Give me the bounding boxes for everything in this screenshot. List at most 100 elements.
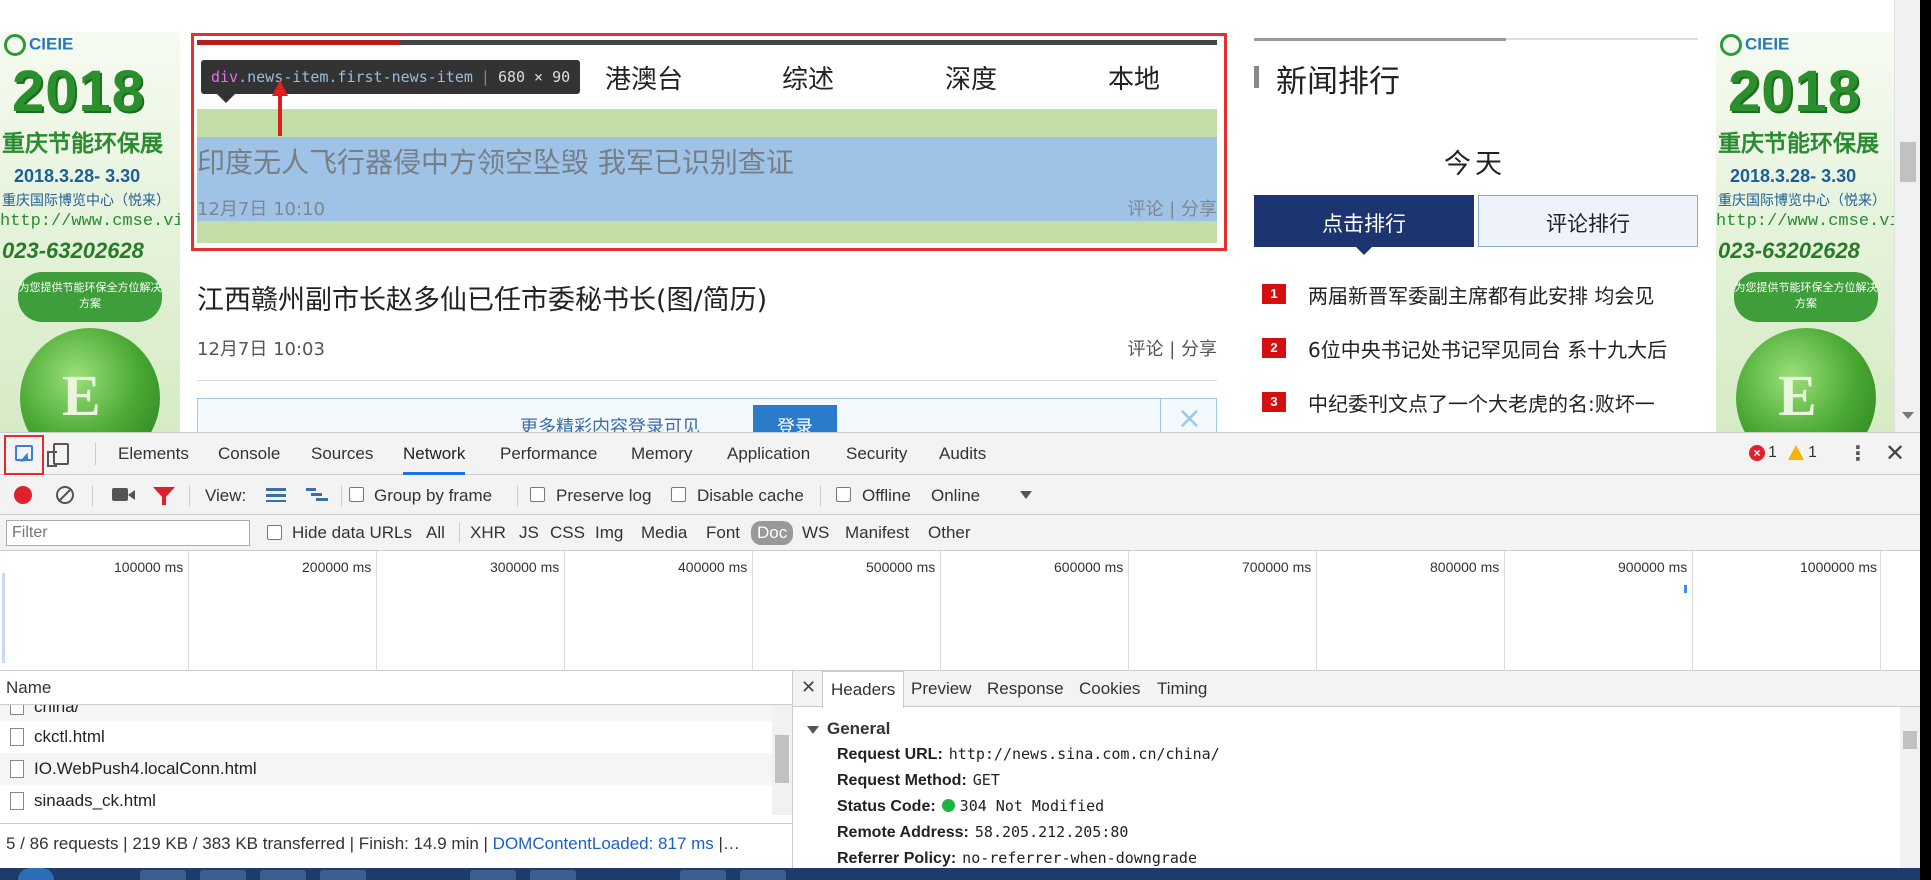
ad-date: 2018.3.28- 3.30	[14, 166, 141, 186]
taskbar-app-button[interactable]	[140, 870, 186, 880]
close-icon[interactable]: ✕	[801, 677, 816, 698]
filter-type-xhr[interactable]: XHR	[470, 523, 506, 543]
filter-type-img[interactable]: Img	[595, 523, 623, 543]
clear-icon[interactable]	[56, 486, 74, 504]
tab-timing[interactable]: Timing	[1157, 679, 1207, 699]
list-view-icon[interactable]	[266, 488, 286, 502]
close-icon[interactable]: ×	[1160, 399, 1218, 432]
throttling-select[interactable]: Online	[931, 486, 980, 506]
warning-icon[interactable]	[1788, 445, 1804, 460]
details-scrollbar[interactable]	[1900, 707, 1920, 869]
record-icon[interactable]	[14, 486, 32, 504]
taskbar-app-button[interactable]	[260, 870, 306, 880]
toolbar-separator	[517, 485, 518, 507]
offline-checkbox[interactable]	[836, 487, 851, 502]
tab-click-ranking[interactable]: 点击排行	[1254, 195, 1474, 247]
error-icon[interactable]: ×	[1749, 445, 1765, 461]
request-row[interactable]: china/	[0, 705, 772, 721]
login-banner: 更多精彩内容登录可见 登录 ×	[197, 398, 1217, 432]
rank-item[interactable]: 2 6位中央书记处书记罕见同台 系十九大后	[1262, 334, 1698, 364]
requests-scrollbar[interactable]	[772, 705, 792, 815]
network-toolbar: View: Group by frame Preserve log Disabl…	[0, 475, 1920, 515]
filter-type-font[interactable]: Font	[706, 523, 740, 543]
ad-globe-letter-icon: E	[62, 363, 101, 428]
hide-data-urls-label[interactable]: Hide data URLs	[292, 523, 412, 543]
taskbar-app-button[interactable]	[530, 870, 576, 880]
rank-item-title[interactable]: 6位中央书记处书记罕见同台 系十九大后	[1308, 334, 1667, 363]
left-ad-banner[interactable]: CIEIE 2018 重庆节能环保展 2018.3.28- 3.30 重庆国际博…	[0, 32, 180, 432]
preserve-log-label[interactable]: Preserve log	[556, 486, 651, 506]
tab-elements[interactable]: Elements	[118, 433, 189, 475]
inspect-element-button[interactable]	[4, 435, 44, 475]
general-section-header[interactable]: General	[807, 719, 890, 739]
filter-input[interactable]	[6, 520, 250, 546]
filter-type-all[interactable]: All	[426, 523, 445, 543]
filter-type-ws[interactable]: WS	[802, 523, 829, 543]
tab-console[interactable]: Console	[218, 433, 280, 475]
more-options-icon[interactable]: ⋮	[1848, 441, 1868, 465]
request-method-value: GET	[972, 771, 1000, 789]
tab-network[interactable]: Network	[403, 433, 466, 475]
tab-comment-ranking[interactable]: 评论排行	[1478, 195, 1698, 247]
requests-pane: Name china/ ckctl.html IO.WebPush4.local…	[0, 671, 792, 869]
scroll-down-arrow-icon[interactable]	[1902, 412, 1914, 419]
filter-type-css[interactable]: CSS	[550, 523, 585, 543]
name-column-header[interactable]: Name	[0, 671, 792, 705]
right-ad-banner[interactable]: CIEIE 2018 重庆节能环保展 2018.3.28- 3.30 重庆国际博…	[1716, 32, 1894, 432]
details-scrollbar-thumb[interactable]	[1903, 731, 1917, 749]
filter-type-other[interactable]: Other	[928, 523, 971, 543]
tab-preview[interactable]: Preview	[911, 679, 971, 699]
filter-type-media[interactable]: Media	[641, 523, 687, 543]
request-row[interactable]: ckctl.html	[0, 721, 772, 753]
group-by-frame-label[interactable]: Group by frame	[374, 486, 492, 506]
taskbar-app-button[interactable]	[470, 870, 516, 880]
request-row[interactable]: sinaads_ck.html	[0, 785, 772, 817]
ad-url: http://www.cmse.vip	[0, 212, 180, 231]
requests-scrollbar-thumb[interactable]	[775, 735, 789, 783]
network-overview-timeline[interactable]: 100000 ms 200000 ms 300000 ms 400000 ms …	[0, 551, 1920, 671]
filter-type-js[interactable]: JS	[519, 523, 539, 543]
filter-type-manifest[interactable]: Manifest	[845, 523, 909, 543]
tab-sources[interactable]: Sources	[311, 433, 373, 475]
tab-response[interactable]: Response	[987, 679, 1064, 699]
start-button-icon[interactable]	[18, 868, 54, 880]
filter-icon[interactable]	[153, 487, 175, 505]
warning-count[interactable]: 1	[1808, 444, 1817, 462]
tab-security[interactable]: Security	[846, 433, 907, 475]
news-comment-share[interactable]: 评论 | 分享	[1127, 335, 1217, 361]
taskbar-app-button[interactable]	[320, 870, 366, 880]
tab-performance[interactable]: Performance	[500, 433, 597, 475]
news-title[interactable]: 江西赣州副市长赵多仙已任市委秘书长(图/简历)	[197, 278, 767, 317]
rank-item-title[interactable]: 两届新晋军委副主席都有此安排 均会见	[1308, 280, 1654, 309]
hide-data-urls-checkbox[interactable]	[267, 525, 282, 540]
taskbar-app-button[interactable]	[200, 870, 246, 880]
disable-cache-label[interactable]: Disable cache	[697, 486, 804, 506]
request-row[interactable]: IO.WebPush4.localConn.html	[0, 753, 772, 785]
taskbar-app-button[interactable]	[740, 870, 786, 880]
taskbar-app-button[interactable]	[680, 870, 726, 880]
chevron-down-icon[interactable]	[1020, 491, 1032, 499]
tab-application[interactable]: Application	[727, 433, 810, 475]
preserve-log-checkbox[interactable]	[530, 487, 545, 502]
rank-item-title[interactable]: 中纪委刊文点了一个大老虎的名:败坏一	[1308, 388, 1655, 417]
tab-cookies[interactable]: Cookies	[1079, 679, 1140, 699]
ad-logo-icon	[1720, 34, 1742, 56]
group-by-frame-checkbox[interactable]	[349, 487, 364, 502]
login-button[interactable]: 登录	[753, 405, 837, 432]
tab-audits[interactable]: Audits	[939, 433, 986, 475]
news-time: 12月7日 10:03	[197, 339, 325, 360]
tab-memory[interactable]: Memory	[631, 433, 692, 475]
page-scrollbar[interactable]	[1894, 0, 1920, 432]
tab-headers[interactable]: Headers	[822, 671, 905, 708]
capture-screenshots-icon[interactable]	[112, 488, 135, 501]
page-scrollbar-thumb[interactable]	[1900, 142, 1916, 182]
device-toolbar-icon[interactable]	[47, 443, 69, 467]
disable-cache-checkbox[interactable]	[671, 487, 686, 502]
rank-item[interactable]: 3 中纪委刊文点了一个大老虎的名:败坏一	[1262, 388, 1698, 418]
close-devtools-icon[interactable]: ✕	[1885, 439, 1905, 467]
offline-label[interactable]: Offline	[862, 486, 911, 506]
waterfall-view-icon[interactable]	[306, 488, 328, 502]
error-count[interactable]: 1	[1768, 444, 1777, 462]
rank-item[interactable]: 1 两届新晋军委副主席都有此安排 均会见	[1262, 280, 1698, 310]
filter-type-doc[interactable]: Doc	[751, 521, 794, 545]
